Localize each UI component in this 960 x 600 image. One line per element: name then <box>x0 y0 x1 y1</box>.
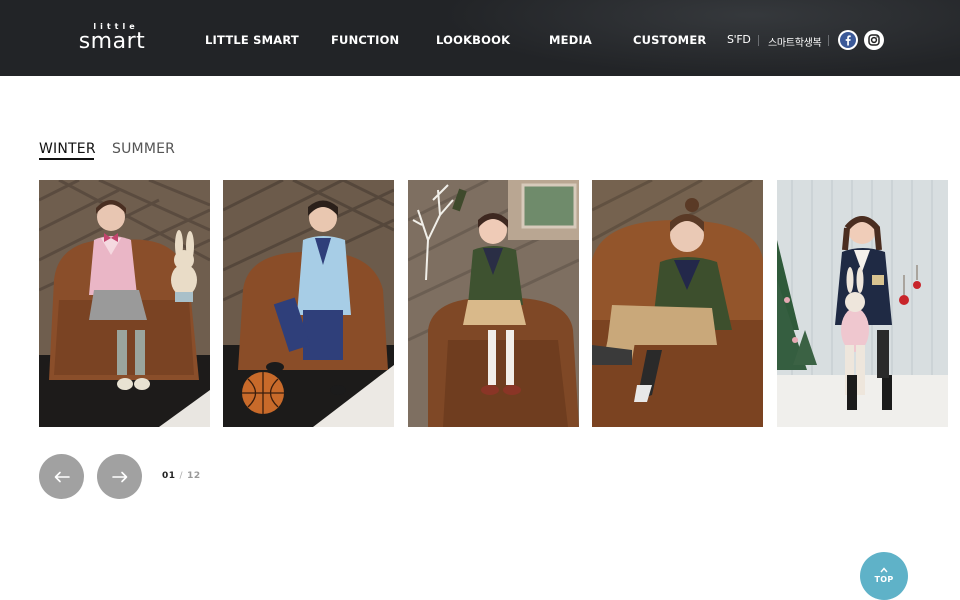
tab-winter[interactable]: WINTER <box>39 141 96 157</box>
prev-slide-button[interactable] <box>39 454 84 499</box>
next-slide-button[interactable] <box>97 454 142 499</box>
site-logo[interactable]: little smart <box>76 22 148 56</box>
slide-pager: 01/12 <box>162 471 201 481</box>
pager-total: 12 <box>187 471 201 481</box>
header-divider <box>828 35 829 46</box>
lookbook-photo[interactable] <box>777 180 948 427</box>
pager-separator: / <box>179 471 184 481</box>
nav-item-customer[interactable]: CUSTOMER <box>633 33 706 47</box>
tab-summer[interactable]: SUMMER <box>112 141 175 157</box>
scroll-top-button[interactable]: TOP <box>860 552 908 600</box>
arrow-right-icon <box>111 471 127 482</box>
smart-uniform-link[interactable]: 스마트학생복 <box>768 34 822 49</box>
lookbook-photo[interactable] <box>408 180 579 427</box>
lookbook-photo[interactable] <box>592 180 763 427</box>
sfd-brand-link[interactable]: S'FD <box>727 33 751 46</box>
nav-item-lookbook[interactable]: LOOKBOOK <box>436 33 510 47</box>
scroll-top-label: TOP <box>874 575 894 584</box>
active-tab-underline <box>39 158 94 160</box>
chevron-up-icon <box>880 567 888 573</box>
lookbook-photo[interactable] <box>223 180 394 427</box>
nav-item-function[interactable]: FUNCTION <box>331 33 399 47</box>
site-header: little smart LITTLE SMART FUNCTION LOOKB… <box>0 0 960 76</box>
nav-item-media[interactable]: MEDIA <box>549 33 592 47</box>
pager-current: 01 <box>162 471 176 481</box>
header-divider <box>758 35 759 46</box>
nav-item-little-smart[interactable]: LITTLE SMART <box>205 33 299 47</box>
arrow-left-icon <box>54 471 70 482</box>
logo-main-text: smart <box>78 29 146 54</box>
facebook-icon[interactable] <box>838 30 858 50</box>
instagram-icon[interactable] <box>864 30 884 50</box>
lookbook-photo[interactable] <box>39 180 210 427</box>
